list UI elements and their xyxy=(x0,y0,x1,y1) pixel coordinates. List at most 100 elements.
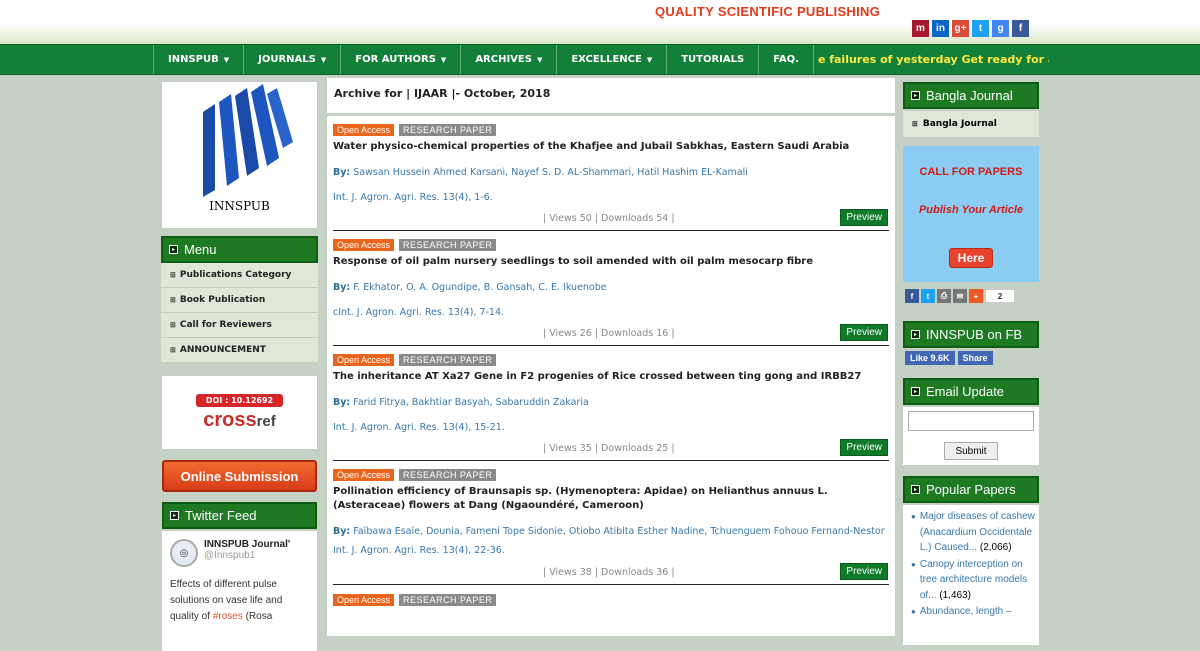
article-item: Open Access RESEARCH PAPER Response of oil… xyxy=(333,231,889,346)
nav-item-archives[interactable]: ARCHIVES ▼ xyxy=(461,45,558,74)
add-share-icon[interactable]: + xyxy=(969,289,983,303)
nav-item-label: TUTORIALS xyxy=(681,54,745,65)
twitter-feed-panel: ▸ Twitter Feed xyxy=(162,502,317,529)
paper-type-badge: RESEARCH PAPER xyxy=(399,594,497,606)
fb-header: ▸ INNSPUB on FB xyxy=(903,321,1039,348)
facebook-share-icon[interactable]: f xyxy=(905,289,919,303)
innspub-logo[interactable]: INNSPUB xyxy=(161,81,318,229)
article-title[interactable]: Response of oil palm nursery seedlings t… xyxy=(333,255,889,269)
article-title[interactable]: Water physico-chemical properties of the… xyxy=(333,140,889,154)
article-citation: Int. J. Agron. Agri. Res. 13(4), 15-21. xyxy=(333,422,505,433)
nav-menu: INNSPUB ▼ JOURNALS ▼ FOR AUTHORS ▼ ARCHIVES ▼ EX… xyxy=(153,45,1049,74)
fb-title: INNSPUB on FB xyxy=(926,327,1023,342)
popular-header: ▸ Popular Papers xyxy=(903,476,1039,503)
popular-panel: ▸ Popular Papers xyxy=(903,476,1039,503)
nav-item-excellence[interactable]: EXCELLENCE ▼ xyxy=(557,45,668,74)
fb-share-button[interactable]: Share xyxy=(957,351,993,365)
preview-button[interactable]: Preview xyxy=(840,324,888,341)
menu-item-announcement[interactable]: ⊞ ANNOUNCEMENT xyxy=(161,338,318,363)
preview-button[interactable]: Preview xyxy=(840,563,888,580)
popular-item: ● Canopy interception on tree architectur… xyxy=(911,557,1035,604)
tweet-card: ◎ INNSPUB Journal' @Innspub1 Effects of … xyxy=(162,531,317,651)
brand-tagline: QUALITY SCIENTIFIC PUBLISHING xyxy=(655,4,881,19)
doi-badge: DOI : 10.12692 xyxy=(195,393,284,407)
article-item: Open Access RESEARCH PAPER Pollination eff… xyxy=(333,461,889,585)
cfp-here-button[interactable]: Here xyxy=(948,248,994,268)
sidebar-item-bangla-journal[interactable]: ⊞ Bangla Journal xyxy=(903,111,1039,137)
article-stats: | Views 26 | Downloads 16 | xyxy=(543,328,675,339)
logo-books-icon xyxy=(202,84,293,197)
online-submission-button[interactable]: Online Submission xyxy=(162,460,317,492)
article-title[interactable]: Pollination efficiency of Braunsapis sp.… xyxy=(333,485,889,513)
logo-text: INNSPUB xyxy=(209,199,270,213)
twitter-feed-title: Twitter Feed xyxy=(185,508,257,523)
article-item: Open Access RESEARCH PAPER The inheritance… xyxy=(333,346,889,461)
popular-count: (1,463) xyxy=(939,589,971,601)
submit-button[interactable]: Submit xyxy=(944,442,998,460)
article-authors: By: Sawsan Hussein Ahmed Karsani, Nayef … xyxy=(333,165,889,180)
article-title[interactable]: The inheritance AT Xa27 Gene in F2 proge… xyxy=(333,370,889,384)
bullet-icon: ● xyxy=(911,607,916,616)
tweet-hashtag[interactable]: #roses xyxy=(213,611,243,622)
article-badges: Open Access RESEARCH PAPER xyxy=(333,124,889,136)
menu-item-call-for-reviewers[interactable]: ⊞ Call for Reviewers xyxy=(161,313,318,338)
popular-link[interactable]: Major diseases of cashew (Anacardium Occ… xyxy=(920,511,1035,553)
authors-text[interactable]: F. Ekhator, O. A. Ogundipe, B. Gansah, C… xyxy=(353,282,606,293)
google-icon[interactable]: g xyxy=(992,20,1009,37)
authors-text[interactable]: Faïbawa Esaïe, Dounia, Fameni Tope Sidon… xyxy=(353,526,884,537)
nav-item-innspub[interactable]: INNSPUB ▼ xyxy=(154,45,245,74)
tweet-handle[interactable]: @Innspub1 xyxy=(204,550,290,561)
crossref-logo: crossref xyxy=(203,409,276,432)
twitter-icon[interactable]: t xyxy=(972,20,989,37)
call-for-papers-banner[interactable]: CALL FOR PAPERS Publish Your Article Her… xyxy=(903,146,1039,282)
arrow-icon: ▸ xyxy=(911,91,920,100)
email-icon[interactable]: ✉ xyxy=(953,289,967,303)
open-access-badge: Open Access xyxy=(333,124,395,136)
article-badges: Open Access RESEARCH PAPER xyxy=(333,354,889,366)
fb-panel: ▸ INNSPUB on FB xyxy=(903,321,1039,348)
crossref-banner[interactable]: DOI : 10.12692 crossref xyxy=(161,375,318,450)
nav-item-label: FOR AUTHORS xyxy=(355,54,436,65)
facebook-icon[interactable]: f xyxy=(1012,20,1029,37)
arrow-icon: ▸ xyxy=(170,511,179,520)
bullet-icon: ● xyxy=(911,559,916,569)
popular-link[interactable]: Abundance, length – xyxy=(920,606,1012,617)
fb-buttons: Like 9.6K Share xyxy=(905,351,993,365)
menu-item-book-publication[interactable]: ⊞ Book Publication xyxy=(161,288,318,313)
preview-button[interactable]: Preview xyxy=(840,439,888,456)
email-field[interactable] xyxy=(908,411,1034,431)
tweet-body-end: (Rosa xyxy=(242,611,273,622)
menu-list: ⊞ Publications Category ⊞ Book Publication ⊞… xyxy=(161,263,318,363)
nav-item-faq[interactable]: FAQ. xyxy=(759,45,814,74)
by-label: By: xyxy=(333,397,351,408)
nav-item-for-authors[interactable]: FOR AUTHORS ▼ xyxy=(341,45,462,74)
news-ticker[interactable]: e failures of yesterday Get ready for a … xyxy=(814,45,1049,74)
email-header: ▸ Email Update xyxy=(903,378,1039,405)
menu-item-publications-category[interactable]: ⊞ Publications Category xyxy=(161,263,318,288)
nav-item-tutorials[interactable]: TUTORIALS xyxy=(667,45,760,74)
arrow-icon: ▸ xyxy=(911,485,920,494)
menu-item-label: Book Publication xyxy=(179,295,266,305)
menu-item-label: Call for Reviewers xyxy=(179,320,272,330)
popular-count: (2,066) xyxy=(979,542,1012,553)
arrow-icon: ▸ xyxy=(911,387,920,396)
open-access-badge: Open Access xyxy=(333,239,395,251)
article-badges: Open Access RESEARCH PAPER xyxy=(333,594,889,606)
authors-text[interactable]: Sawsan Hussein Ahmed Karsani, Nayef S. D… xyxy=(353,167,748,178)
arrow-icon: ▸ xyxy=(911,330,920,339)
bullet-icon: ⊞ xyxy=(170,296,176,304)
bullet-icon: ⊞ xyxy=(912,120,918,128)
twitter-share-icon[interactable]: t xyxy=(921,289,935,303)
authors-text[interactable]: Farid Fitrya, Bakhtiar Basyah, Sabaruddi… xyxy=(353,397,589,408)
googleplus-icon[interactable]: g+ xyxy=(952,20,969,37)
nav-item-label: EXCELLENCE xyxy=(571,54,642,65)
print-icon[interactable]: ⎙ xyxy=(937,289,951,303)
tweet-author[interactable]: INNSPUB Journal' xyxy=(204,539,290,550)
linkedin-icon[interactable]: in xyxy=(932,20,949,37)
fb-like-button[interactable]: Like 9.6K xyxy=(905,351,955,365)
nav-item-journals[interactable]: JOURNALS ▼ xyxy=(244,45,342,74)
mendeley-icon[interactable]: m xyxy=(912,20,929,37)
popular-link[interactable]: Canopy interception on tree architecture… xyxy=(920,559,1027,601)
avatar[interactable]: ◎ xyxy=(170,539,198,567)
preview-button[interactable]: Preview xyxy=(840,209,888,226)
